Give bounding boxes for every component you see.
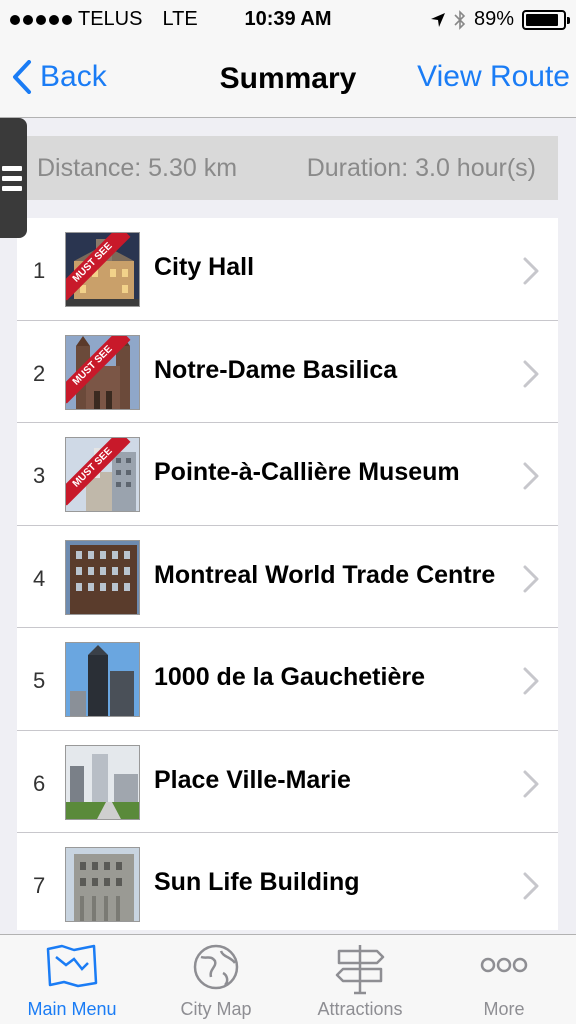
attraction-list: 1 MUST SEE City Hall 2 MUST SEE Notre-Dame Ba… (17, 218, 558, 930)
attraction-thumbnail (65, 847, 140, 922)
tab-city-map[interactable]: City Map (144, 935, 288, 1024)
list-item[interactable]: 3 MUST SEE Pointe-à-Callière Museum (17, 423, 558, 526)
attraction-name: Sun Life Building (154, 868, 360, 896)
chevron-right-icon (523, 360, 539, 387)
tab-label: Attractions (317, 999, 403, 1019)
navigation-bar: Back Summary View Route (0, 40, 576, 118)
signpost-icon (335, 945, 385, 995)
item-number: 4 (33, 565, 46, 591)
tab-main-menu[interactable]: Main Menu (0, 935, 144, 1024)
side-menu-handle[interactable] (0, 118, 27, 238)
tab-bar: Main Menu City Map Attractions More (0, 934, 576, 1024)
list-item[interactable]: 2 MUST SEE Notre-Dame Basilica (17, 320, 558, 423)
list-item[interactable]: 7 Sun Life Building (17, 833, 558, 930)
attraction-name: 1000 de la Gauchetière (154, 663, 425, 691)
attraction-name: Notre-Dame Basilica (154, 355, 398, 384)
item-number: 7 (33, 873, 46, 898)
tab-more[interactable]: More (432, 935, 576, 1024)
item-number: 3 (33, 463, 46, 488)
list-item[interactable]: 6 Place Ville-Marie (17, 730, 558, 833)
hamburger-line (2, 165, 22, 171)
item-number: 6 (33, 770, 46, 796)
hamburger-line (2, 185, 22, 191)
status-bar: TELUS LTE 10:39 AM 89% (0, 0, 576, 40)
attraction-name: Montreal World Trade Centre (154, 560, 496, 589)
attraction-name: Place Ville-Marie (154, 765, 351, 794)
attraction-thumbnail: MUST SEE (65, 437, 140, 512)
attraction-name: Pointe-à-Callière Museum (154, 458, 460, 486)
battery-percent: 89% (473, 8, 514, 30)
chevron-right-icon (523, 667, 539, 695)
list-item[interactable]: 4 Montreal World Trade Centre (17, 525, 558, 628)
attraction-thumbnail (65, 744, 140, 820)
attraction-thumbnail: MUST SEE (65, 232, 140, 307)
hamburger-line (2, 175, 22, 181)
battery-icon (522, 9, 570, 30)
back-label: Back (40, 60, 107, 93)
map-icon (46, 944, 98, 988)
chevron-right-icon (523, 770, 539, 797)
chevron-left-icon (13, 60, 31, 94)
item-number: 5 (33, 668, 46, 693)
attraction-thumbnail (65, 539, 140, 615)
tab-label: City Map (180, 999, 252, 1019)
globe-icon (193, 944, 239, 990)
list-item[interactable]: 1 MUST SEE City Hall (17, 218, 558, 321)
duration-text: Duration: 3.0 hour(s) (306, 153, 536, 182)
item-number: 1 (33, 258, 46, 283)
chevron-right-icon (523, 257, 539, 285)
attraction-thumbnail (65, 642, 140, 717)
back-button[interactable]: Back (12, 60, 107, 94)
tab-label: Main Menu (27, 999, 117, 1019)
chevron-right-icon (523, 565, 539, 592)
attraction-name: City Hall (154, 253, 255, 281)
chevron-right-icon (523, 872, 539, 900)
tab-attractions[interactable]: Attractions (288, 935, 432, 1024)
list-item[interactable]: 5 1000 de la Gauchetière (17, 628, 558, 731)
distance-text: Distance: 5.30 km (37, 153, 238, 182)
more-dots-icon (480, 957, 528, 973)
route-summary: Distance: 5.30 km Duration: 3.0 hour(s) (17, 136, 558, 200)
bluetooth-icon (454, 9, 466, 30)
status-right: 89% (430, 8, 570, 31)
chevron-right-icon (523, 462, 539, 490)
item-number: 2 (33, 360, 46, 386)
tab-label: More (483, 999, 525, 1019)
location-arrow-icon (430, 12, 445, 27)
view-route-button[interactable]: View Route (417, 60, 570, 94)
attraction-thumbnail: MUST SEE (65, 334, 140, 410)
